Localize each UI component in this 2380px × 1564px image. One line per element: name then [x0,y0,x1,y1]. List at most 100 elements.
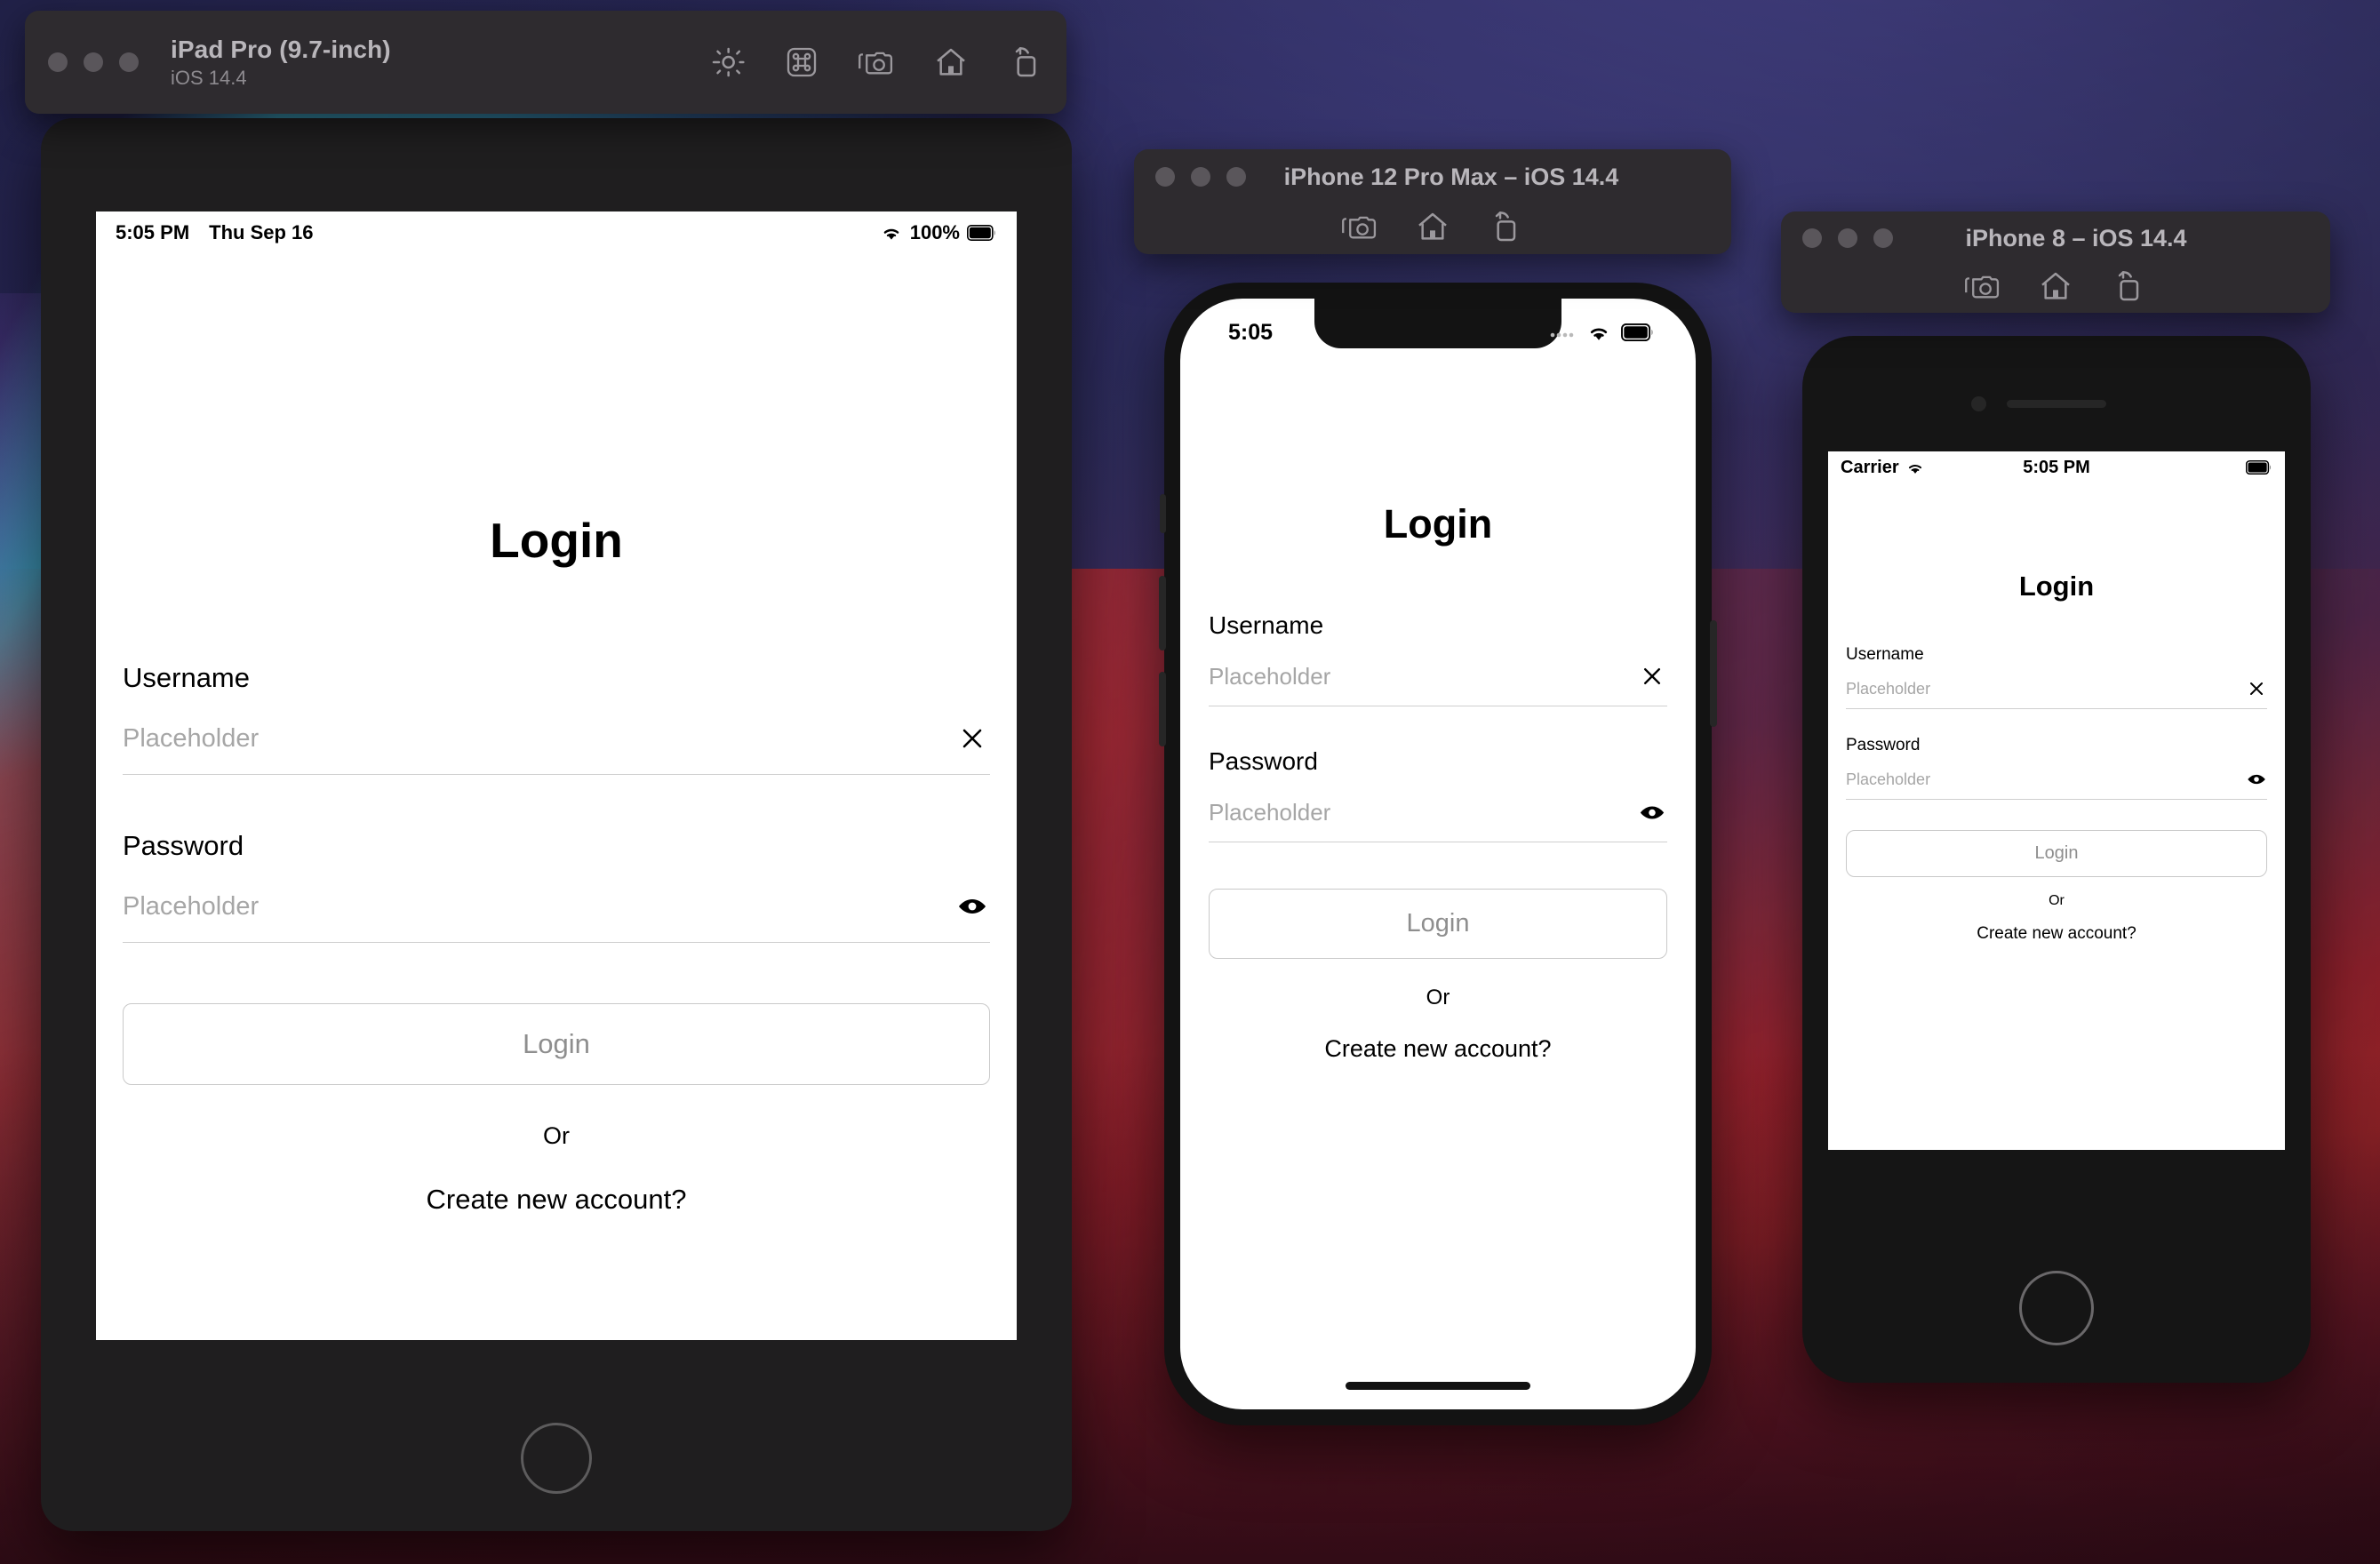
minimize-button[interactable] [1191,167,1210,187]
iphone12-screen: 5:05 Login Username Placeholder Password… [1180,299,1696,1409]
password-input[interactable]: Placeholder [1846,770,2246,789]
status-time: 5:05 [1228,319,1274,345]
password-group: Password Placeholder [123,775,990,943]
password-field-row[interactable]: Placeholder [123,889,990,943]
clear-x-icon[interactable] [2246,678,2267,699]
home-indicator[interactable] [1346,1382,1530,1390]
password-label: Password [123,830,244,861]
ipad-home-button[interactable] [521,1423,592,1494]
traffic-lights[interactable] [1155,167,1246,187]
username-label: Username [1209,611,1324,639]
create-account-link[interactable]: Create new account? [1209,1035,1667,1063]
close-button[interactable] [1802,228,1822,248]
password-field-row[interactable]: Placeholder [1209,797,1667,842]
status-right-group [1550,323,1655,342]
eye-reveal-icon[interactable] [2246,769,2267,790]
username-input[interactable]: Placeholder [1209,663,1637,690]
traffic-lights[interactable] [48,52,139,72]
screenshot-camera-icon[interactable] [1342,209,1378,244]
desktop-background: 5:05 PM Thu Sep 16 100% Login Username P… [0,0,2380,1564]
screenshot-camera-icon[interactable] [859,44,894,80]
password-input[interactable]: Placeholder [123,892,954,922]
power-button[interactable] [1710,620,1717,727]
silent-switch[interactable] [1160,494,1166,533]
username-field-row[interactable]: Placeholder [1846,678,2267,709]
page-title: Login [490,513,623,568]
password-group: Password Placeholder [1846,709,2267,800]
divider-or-text: Or [1426,985,1450,1009]
volume-up-button[interactable] [1159,576,1166,650]
login-submit-button[interactable]: Login [1846,830,2267,877]
password-group: Password Placeholder [1209,706,1667,842]
username-input[interactable]: Placeholder [1846,680,2246,698]
iphone8-login-screen: Login Username Placeholder Password Plac… [1828,483,2285,944]
username-field-row[interactable]: Placeholder [1209,661,1667,706]
close-button[interactable] [1155,167,1175,187]
password-field-row[interactable]: Placeholder [1846,769,2267,800]
status-time: 5:05 PM [116,221,190,243]
zoom-button[interactable] [119,52,139,72]
simulator-device-iphone-12-pro-max: 5:05 Login Username Placeholder Password… [1159,283,1717,1425]
zoom-button[interactable] [1226,167,1246,187]
page-title: Login [2018,571,2095,602]
ipad-screen: 5:05 PM Thu Sep 16 100% Login Username P… [96,211,1017,1340]
username-input[interactable]: Placeholder [123,724,954,754]
login-submit-button[interactable]: Login [123,1003,990,1085]
rotate-device-icon[interactable] [2111,268,2146,304]
ipad-status-bar: 5:05 PM Thu Sep 16 100% [96,211,1017,254]
cellular-signal-icon [1550,326,1577,339]
window-titlebar-ipad[interactable]: iPad Pro (9.7-inch) iOS 14.4 [25,11,1066,114]
home-icon[interactable] [2038,268,2073,304]
minimize-button[interactable] [84,52,103,72]
iphone12-login-screen: Login Username Placeholder Password Plac… [1180,352,1696,1063]
window-titlebar-iphone12[interactable]: iPhone 12 Pro Max – iOS 14.4 [1134,149,1731,254]
clear-x-icon[interactable] [1637,661,1667,691]
window-title: iPhone 12 Pro Max – iOS 14.4 [1283,163,1619,190]
ipad-login-screen: Login Username Placeholder Password Plac… [96,254,1017,1216]
brightness-icon[interactable] [709,44,745,80]
battery-full-icon [967,225,997,241]
earpiece-speaker [2007,400,2106,408]
zoom-button[interactable] [1873,228,1893,248]
simulator-device-iphone-8: Carrier 5:05 PM Login Username Placehold… [1802,336,2311,1383]
eye-reveal-icon[interactable] [1637,797,1667,827]
iphone8-screen: Carrier 5:05 PM Login Username Placehold… [1828,451,2285,1150]
username-label: Username [1846,645,1924,664]
rotate-device-icon[interactable] [1488,209,1523,244]
username-group: Username Placeholder [1209,547,1667,706]
login-submit-button[interactable]: Login [1209,889,1667,959]
volume-down-button[interactable] [1159,672,1166,746]
username-field-row[interactable]: Placeholder [123,721,990,775]
create-account-link[interactable]: Create new account? [123,1184,990,1216]
rotate-device-icon[interactable] [1008,44,1043,80]
window-title: iPhone 8 – iOS 14.4 [1965,224,2187,251]
simulator-toolbar[interactable] [1781,265,2330,307]
iphone8-home-button[interactable] [2019,1271,2094,1345]
status-right-group: 100% [880,221,997,244]
command-key-icon[interactable] [784,44,819,80]
eye-reveal-icon[interactable] [954,889,990,924]
window-titlebar-iphone8[interactable]: iPhone 8 – iOS 14.4 [1781,211,2330,313]
traffic-lights[interactable] [1802,228,1893,248]
status-left-group: Carrier [1841,458,1925,478]
window-title-block: iPad Pro (9.7-inch) iOS 14.4 [171,36,391,90]
close-button[interactable] [48,52,68,72]
window-subtitle: iOS 14.4 [171,66,247,89]
minimize-button[interactable] [1838,228,1857,248]
battery-full-icon [1621,323,1655,341]
password-label: Password [1209,747,1318,775]
status-right-group [2246,460,2272,475]
window-title: iPad Pro (9.7-inch) [171,35,391,63]
wifi-icon [880,224,903,242]
home-icon[interactable] [933,44,969,80]
password-input[interactable]: Placeholder [1209,799,1637,826]
simulator-toolbar[interactable] [1134,204,1731,249]
password-label: Password [1846,736,1921,754]
home-icon[interactable] [1415,209,1450,244]
screenshot-camera-icon[interactable] [1965,268,2001,304]
divider-or-text: Or [543,1122,570,1149]
battery-full-icon [2246,460,2272,475]
create-account-link[interactable]: Create new account? [1846,924,2267,944]
clear-x-icon[interactable] [954,721,990,756]
simulator-toolbar[interactable] [709,44,1043,80]
